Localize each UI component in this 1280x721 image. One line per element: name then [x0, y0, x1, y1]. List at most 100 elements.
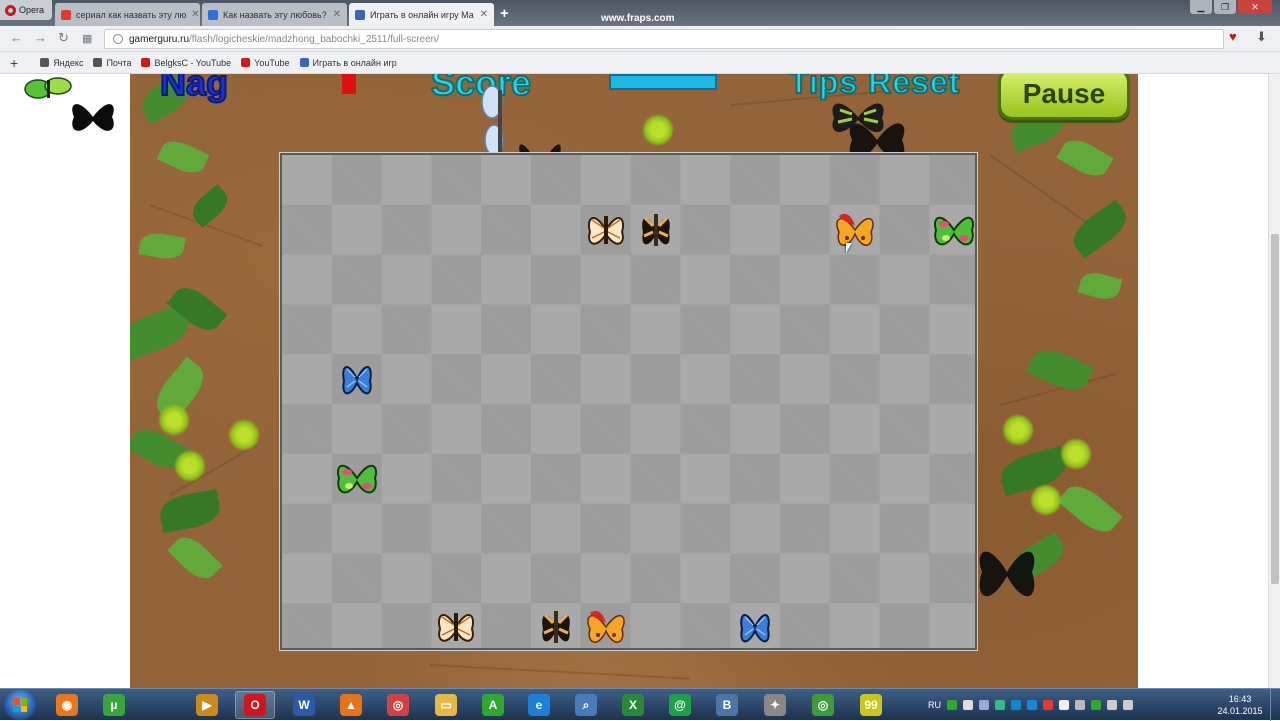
fraps-icon: 99 [860, 694, 882, 716]
firefox-icon: ◉ [56, 694, 78, 716]
bookmark-game[interactable]: Играть в онлайн игр [299, 58, 397, 68]
taskbar-avast-button[interactable]: ▲ [331, 691, 371, 719]
tray-app-icon[interactable] [1043, 700, 1053, 710]
game-canvas[interactable]: Nag Score Tips Reset Pause [130, 74, 1138, 688]
tray-app-icon[interactable] [947, 700, 957, 710]
taskbar-firefox-button[interactable]: ◉ [47, 691, 87, 719]
new-tab-button[interactable]: + [500, 5, 509, 22]
taskbar-vk-button[interactable]: B [707, 691, 747, 719]
butterfly-tile-monarch-white-icon[interactable] [584, 208, 628, 252]
back-icon[interactable]: ← [10, 30, 23, 45]
maximize-icon[interactable]: ❐ [1214, 0, 1236, 14]
butterfly-tile-swallowtail-black-icon[interactable] [534, 605, 578, 649]
butterfly-tile-blue-morpho-icon[interactable] [733, 605, 777, 649]
heart-icon[interactable]: ♥ [1229, 29, 1237, 44]
game-board[interactable] [280, 153, 977, 650]
green-swallowtail-decor-icon [832, 103, 884, 133]
tab-2[interactable]: Как назвать эту любовь? ✕ [202, 3, 347, 26]
soil-crack [429, 664, 690, 680]
skype-icon[interactable] [1027, 700, 1037, 710]
shadow-butterfly-icon [979, 551, 1035, 597]
bookmark-yandex[interactable]: Яндекс [40, 58, 83, 68]
tray-app-icon[interactable] [1011, 700, 1021, 710]
close-window-icon[interactable]: ✕ [1238, 0, 1272, 14]
taskbar-game-button[interactable]: ✦ [755, 691, 795, 719]
vk-icon: B [716, 694, 738, 716]
butterfly-tile-orange-red-icon[interactable] [833, 208, 877, 252]
tab-3-active[interactable]: Играть в онлайн игру Ма ✕ [349, 3, 494, 26]
opera-menu-button[interactable]: Opera [0, 0, 52, 20]
butterfly-tile-green-pink-icon[interactable] [335, 456, 379, 500]
speed-dial-icon[interactable]: ▦ [82, 32, 92, 45]
mouse-cursor-icon [846, 243, 852, 253]
address-field[interactable]: gamerguru.ru/flash/logicheskie/madzhong_… [104, 29, 1224, 49]
language-indicator[interactable]: RU [928, 700, 941, 710]
game-favicon-icon [355, 9, 365, 20]
taskbar-opera-button[interactable]: O [235, 691, 275, 719]
yellow-flower-decor [1060, 438, 1092, 470]
a-app-icon: A [482, 694, 504, 716]
leaf-decor [167, 530, 223, 586]
page-scrollbar[interactable] [1268, 74, 1280, 688]
bookmark-label: Почта [106, 57, 132, 68]
taskbar-mail-button[interactable]: @ [660, 691, 700, 719]
taskbar-a-app-button[interactable]: A [473, 691, 513, 719]
tray-app-icon[interactable] [995, 700, 1005, 710]
taskbar-word-button[interactable]: W [284, 691, 324, 719]
clock[interactable]: 16:43 24.01.2015 [1214, 693, 1266, 717]
taskbar-excel-button[interactable]: X [613, 691, 653, 719]
butterfly-tile-blue-morpho-icon[interactable] [335, 357, 379, 401]
taskbar-ie-button[interactable]: e [519, 691, 559, 719]
close-tab-icon[interactable]: ✕ [333, 9, 341, 20]
show-desktop-button[interactable] [1270, 689, 1280, 721]
add-bookmark-button[interactable]: + [10, 55, 18, 71]
pause-button[interactable]: Pause [998, 74, 1130, 120]
score-box [609, 74, 717, 90]
network-icon[interactable] [1075, 700, 1085, 710]
youtube-icon [141, 58, 151, 67]
forward-icon[interactable]: → [34, 30, 47, 45]
yandex-favicon-icon [61, 9, 71, 20]
opera-menu-label: Opera [19, 5, 45, 15]
minimize-icon[interactable]: ▁ [1190, 0, 1212, 14]
tray-app-icon[interactable] [1107, 700, 1117, 710]
yellow-flower-decor [158, 404, 190, 436]
leaf-decor [1077, 269, 1123, 303]
system-tray: RU [928, 689, 1133, 721]
bookmark-label: YouTube [254, 57, 290, 68]
bookmark-belgksc-youtube[interactable]: BelgksC - YouTube [141, 58, 231, 68]
taskbar-fraps-button[interactable]: 99 [851, 691, 891, 719]
mail-icon: @ [669, 694, 691, 716]
speaker-icon[interactable] [1059, 700, 1069, 710]
tab-1[interactable]: сериал как назвать эту лю ✕ [55, 3, 200, 26]
avast-icon: ▲ [340, 694, 362, 716]
taskbar-chrome-ball-button[interactable]: ◎ [378, 691, 418, 719]
close-tab-icon[interactable]: ✕ [191, 9, 199, 20]
taskbar-chrome-button[interactable]: ◎ [803, 691, 843, 719]
tray-app-icon[interactable] [1123, 700, 1133, 710]
taskbar-network-button[interactable]: ⌕ [566, 691, 606, 719]
download-icon[interactable]: ⬇ [1256, 29, 1267, 45]
taskbar-utorrent-button[interactable]: µ [94, 691, 134, 719]
reload-icon[interactable]: ↻ [58, 30, 69, 46]
tray-app-icon[interactable] [1091, 700, 1101, 710]
bookmark-pochta[interactable]: Почта [93, 58, 131, 68]
start-button[interactable] [4, 690, 36, 720]
tab-label: Играть в онлайн игру Ма [370, 9, 474, 20]
globe-icon [113, 34, 123, 44]
butterfly-tile-green-pink-icon[interactable] [932, 208, 976, 252]
scrollbar-thumb[interactable] [1271, 234, 1279, 584]
green-butterfly-decor-icon [24, 77, 72, 99]
taskbar-media-player-button[interactable]: ▶ [187, 691, 227, 719]
butterfly-tile-swallowtail-black-icon[interactable] [634, 208, 678, 252]
tray-app-icon[interactable] [963, 700, 973, 710]
butterfly-tile-monarch-white-icon[interactable] [434, 605, 478, 649]
chrome-ball-icon: ◎ [387, 694, 409, 716]
bookmark-label: Яндекс [53, 57, 84, 68]
bookmark-youtube[interactable]: YouTube [241, 57, 290, 68]
butterfly-tile-orange-red-icon[interactable] [584, 605, 628, 649]
taskbar-explorer-button[interactable]: ▭ [426, 691, 466, 719]
close-tab-icon[interactable]: ✕ [480, 9, 488, 20]
bookmarks-bar: + Яндекс Почта BelgksC - YouTube YouTube… [0, 52, 1280, 74]
tray-app-icon[interactable] [979, 700, 989, 710]
